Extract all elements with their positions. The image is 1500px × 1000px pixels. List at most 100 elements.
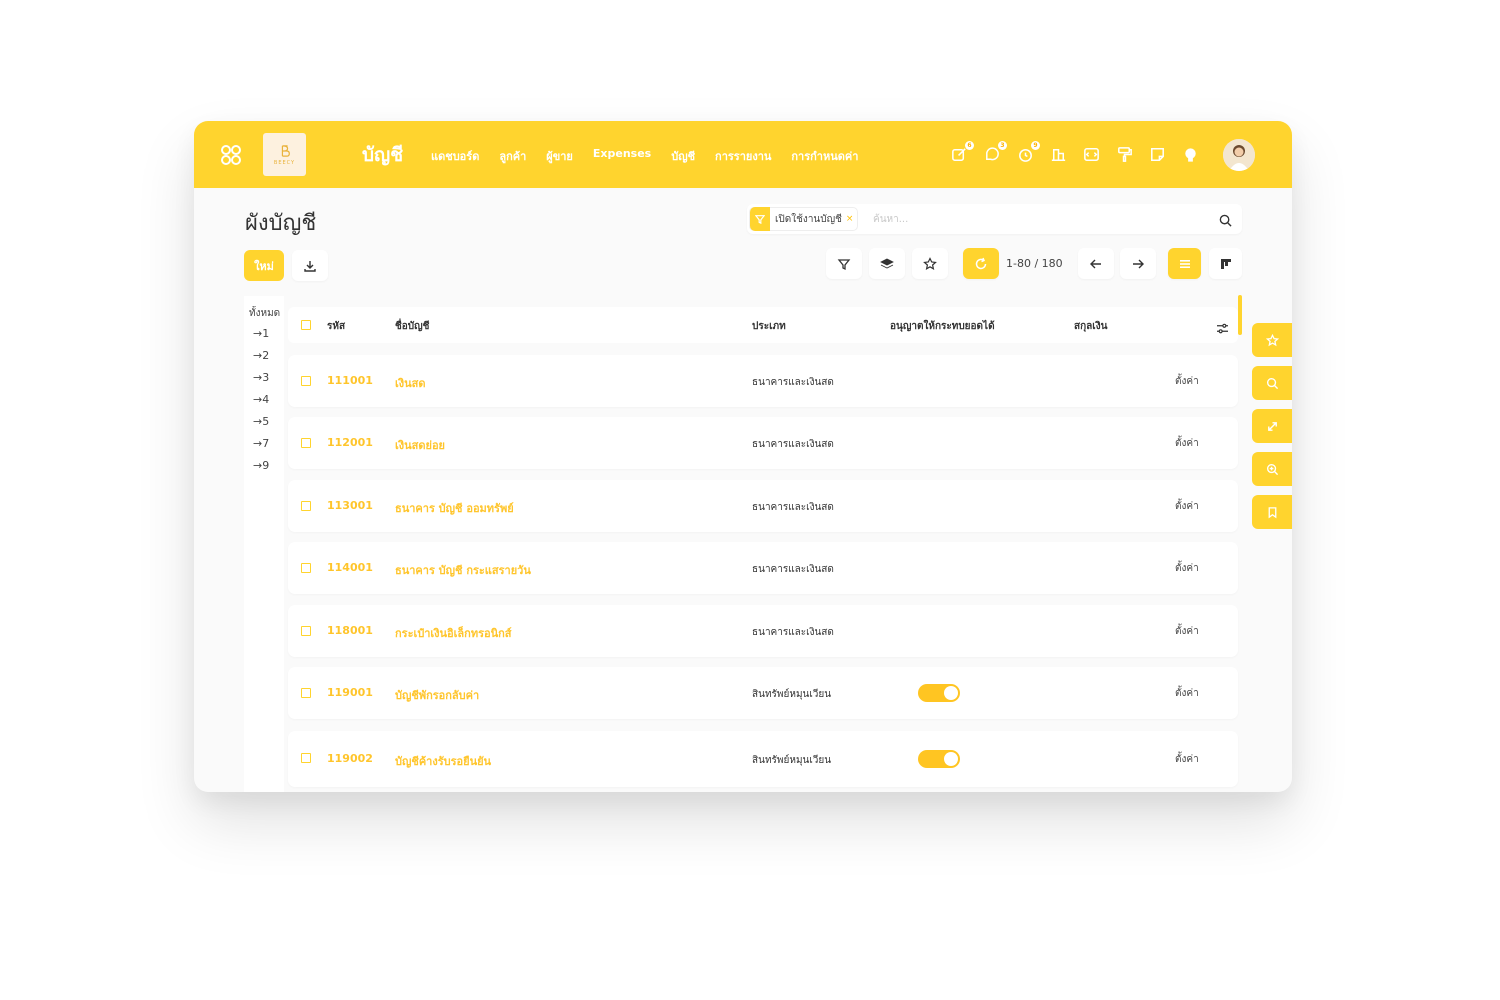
reconcile-toggle[interactable]	[918, 684, 960, 702]
download-icon	[304, 260, 316, 272]
account-code: 119002	[327, 752, 373, 765]
download-button[interactable]	[292, 250, 328, 281]
menu-accounting[interactable]: บัญชี	[671, 147, 695, 165]
select-all-checkbox[interactable]	[301, 320, 311, 330]
setup-button[interactable]: ตั้งค่า	[1175, 624, 1199, 639]
column-type[interactable]: ประเภท	[752, 319, 786, 334]
edit-note-icon[interactable]: 6	[950, 141, 974, 164]
row-checkbox[interactable]	[301, 563, 311, 573]
row-checkbox[interactable]	[301, 626, 311, 636]
company-logo[interactable]: BEECY	[263, 133, 306, 176]
menu-dashboard[interactable]: แดชบอร์ด	[431, 147, 479, 165]
search-icon	[1266, 377, 1278, 389]
side-expand-button[interactable]	[1252, 409, 1292, 443]
systray: 6 3 9	[950, 141, 1200, 164]
side-zoom-button[interactable]	[1252, 452, 1292, 486]
row-checkbox[interactable]	[301, 376, 311, 386]
main-menu: แดชบอร์ด ลูกค้า ผู้ขาย Expenses บัญชี กา…	[431, 147, 878, 165]
sticky-note-icon[interactable]	[1148, 145, 1167, 164]
column-name[interactable]: ชื่อบัญชี	[395, 319, 429, 334]
bee-logo-icon	[281, 144, 290, 157]
top-navbar: BEECY บัญชี แดชบอร์ด ลูกค้า ผู้ขาย Expen…	[194, 121, 1292, 188]
timer-icon[interactable]: 9	[1016, 141, 1040, 164]
star-icon	[923, 256, 937, 270]
side-favorite-button[interactable]	[1252, 323, 1292, 357]
refresh-button[interactable]	[963, 248, 999, 279]
account-name: ธนาคาร บัญชี กระแสรายวัน	[395, 564, 531, 577]
scrollbar-thumb[interactable]	[1238, 295, 1242, 335]
favorites-button[interactable]	[912, 248, 948, 279]
table-row[interactable]: 119001 บัญชีพักรอกลับค่า สินทรัพย์หมุนเว…	[288, 667, 1238, 719]
filter-button[interactable]	[826, 248, 862, 279]
lightbulb-icon[interactable]	[1181, 145, 1200, 164]
panel-item[interactable]: →3	[253, 371, 269, 384]
setup-button[interactable]: ตั้งค่า	[1175, 436, 1199, 451]
menu-customers[interactable]: ลูกค้า	[499, 147, 526, 165]
user-avatar[interactable]	[1223, 139, 1255, 171]
setup-button[interactable]: ตั้งค่า	[1175, 561, 1199, 576]
account-code: 118001	[327, 624, 373, 637]
new-button[interactable]: ใหม่	[244, 250, 284, 281]
search-icon[interactable]	[1219, 212, 1232, 227]
group-by-button[interactable]	[869, 248, 905, 279]
star-icon	[1265, 333, 1279, 346]
pager-next-button[interactable]	[1120, 248, 1156, 279]
expand-icon	[1267, 421, 1277, 431]
row-checkbox[interactable]	[301, 438, 311, 448]
account-type: สินทรัพย์หมุนเวียน	[752, 755, 832, 766]
row-checkbox[interactable]	[301, 501, 311, 511]
panel-item[interactable]: →4	[253, 393, 269, 406]
activity-badge: 9	[1031, 141, 1040, 150]
search-facet[interactable]: เปิดใช้งานบัญชี ×	[749, 207, 859, 231]
kanban-view-button[interactable]	[1209, 248, 1242, 279]
panel-item[interactable]: →7	[253, 437, 269, 450]
chat-icon[interactable]: 3	[983, 141, 1007, 164]
list-view-button[interactable]	[1168, 248, 1201, 279]
refresh-icon	[975, 257, 987, 269]
row-checkbox[interactable]	[301, 688, 311, 698]
menu-vendors[interactable]: ผู้ขาย	[546, 147, 573, 165]
side-bookmark-button[interactable]	[1252, 495, 1292, 529]
code-icon[interactable]	[1082, 145, 1101, 164]
reconcile-toggle[interactable]	[918, 750, 960, 768]
apps-grid-icon[interactable]	[220, 144, 242, 166]
facet-remove-icon[interactable]: ×	[846, 214, 858, 224]
account-code: 111001	[327, 374, 373, 387]
page-title: ผังบัญชี	[245, 211, 317, 236]
setup-button[interactable]: ตั้งค่า	[1175, 374, 1199, 389]
pager-value[interactable]: 1-80 / 180	[1006, 257, 1063, 270]
panel-item[interactable]: →2	[253, 349, 269, 362]
menu-configuration[interactable]: การกำหนดค่า	[791, 147, 858, 165]
facet-label: เปิดใช้งานบัญชี	[775, 213, 842, 225]
column-reconcile[interactable]: อนุญาตให้กระทบยอดได้	[890, 319, 995, 334]
panel-item[interactable]: →5	[253, 415, 269, 428]
table-row[interactable]: 113001 ธนาคาร บัญชี ออมทรัพย์ ธนาคารและเ…	[288, 480, 1238, 532]
setup-button[interactable]: ตั้งค่า	[1175, 499, 1199, 514]
table-row[interactable]: 111001 เงินสด ธนาคารและเงินสด ตั้งค่า	[288, 355, 1238, 407]
paint-roller-icon[interactable]	[1115, 145, 1134, 164]
pager-previous-button[interactable]	[1078, 248, 1114, 279]
column-settings-icon[interactable]	[1216, 319, 1229, 338]
table-row[interactable]: 114001 ธนาคาร บัญชี กระแสรายวัน ธนาคารแล…	[288, 542, 1238, 594]
menu-reporting[interactable]: การรายงาน	[715, 147, 771, 165]
column-currency[interactable]: สกุลเงิน	[1074, 319, 1107, 334]
search-input[interactable]	[873, 209, 1203, 229]
panel-item[interactable]: →9	[253, 459, 269, 472]
menu-expenses[interactable]: Expenses	[593, 147, 651, 165]
zoom-in-icon	[1266, 463, 1278, 475]
setup-button[interactable]: ตั้งค่า	[1175, 686, 1199, 701]
table-row[interactable]: 118001 กระเป๋าเงินอิเล็กทรอนิกส์ ธนาคารแ…	[288, 605, 1238, 657]
account-type: ธนาคารและเงินสด	[752, 627, 834, 638]
app-title[interactable]: บัญชี	[362, 140, 403, 170]
panel-item[interactable]: →1	[253, 327, 269, 340]
account-name: ธนาคาร บัญชี ออมทรัพย์	[395, 502, 514, 515]
row-checkbox[interactable]	[301, 753, 311, 763]
side-search-button[interactable]	[1252, 366, 1292, 400]
table-row[interactable]: 119002 บัญชีค้างรับรอยืนยัน สินทรัพย์หมุ…	[288, 731, 1238, 787]
setup-button[interactable]: ตั้งค่า	[1175, 752, 1199, 767]
panel-all[interactable]: ทั้งหมด	[249, 306, 284, 321]
column-code[interactable]: รหัส	[327, 319, 345, 334]
table-row[interactable]: 112001 เงินสดย่อย ธนาคารและเงินสด ตั้งค่…	[288, 417, 1238, 469]
message-badge: 3	[998, 141, 1007, 150]
building-icon[interactable]	[1049, 145, 1068, 164]
